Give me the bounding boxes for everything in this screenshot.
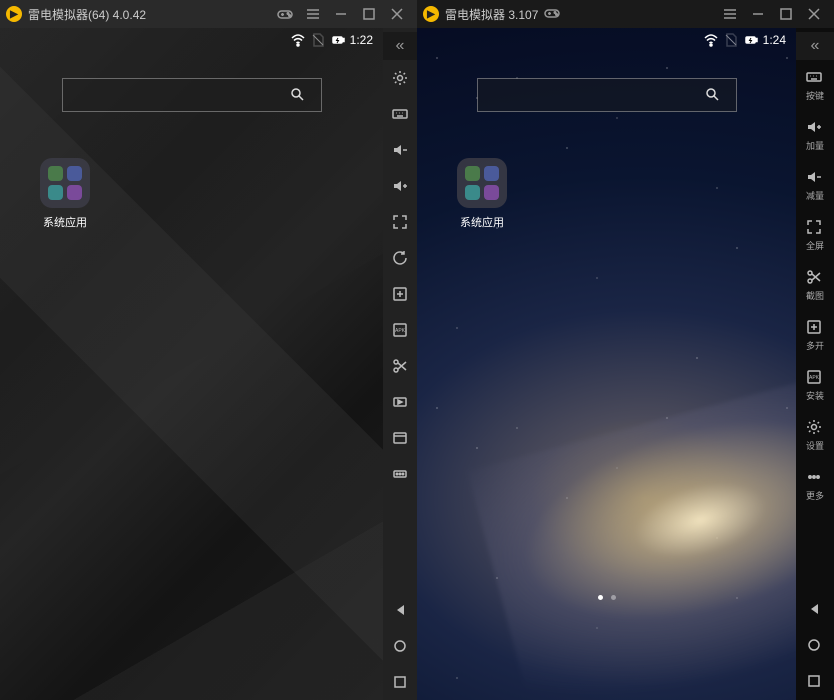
- scissors-icon[interactable]: [383, 348, 417, 384]
- window-title: 雷电模拟器(64) 4.0.42: [28, 6, 146, 23]
- minimize-button[interactable]: [327, 0, 355, 28]
- battery-icon: [743, 32, 759, 48]
- phone-screen-right[interactable]: 1:24 系统应用: [417, 28, 796, 700]
- phone-screen-left[interactable]: 1:22 系统应用: [0, 28, 383, 700]
- maximize-button[interactable]: [772, 0, 800, 28]
- folder-label: 系统应用: [447, 214, 517, 230]
- keymap-button[interactable]: 按键: [796, 60, 834, 110]
- dot-active: [598, 595, 603, 600]
- multi-instance-button[interactable]: 多开: [796, 310, 834, 360]
- maximize-button[interactable]: [355, 0, 383, 28]
- menu-icon[interactable]: [716, 0, 744, 28]
- record-icon[interactable]: [383, 384, 417, 420]
- back-icon[interactable]: [383, 592, 417, 628]
- search-icon: [704, 86, 720, 105]
- volume-up-button[interactable]: 加量: [796, 110, 834, 160]
- home-icon[interactable]: [796, 628, 834, 664]
- folder-icon: [40, 158, 90, 208]
- fullscreen-icon[interactable]: [383, 204, 417, 240]
- window-icon[interactable]: [383, 420, 417, 456]
- volume-up-icon[interactable]: [383, 168, 417, 204]
- home-icon[interactable]: [383, 628, 417, 664]
- more-button[interactable]: 更多: [796, 460, 834, 510]
- wifi-icon: [703, 32, 719, 48]
- collapse-button[interactable]: «: [383, 32, 417, 60]
- wallpaper: [0, 28, 383, 700]
- system-apps-folder[interactable]: 系统应用: [30, 158, 100, 230]
- volume-down-button[interactable]: 减量: [796, 160, 834, 210]
- page-indicator: [598, 595, 616, 600]
- logo-icon: ▶: [423, 6, 439, 22]
- titlebar-left: ▶ 雷电模拟器(64) 4.0.42: [0, 0, 417, 28]
- search-icon: [289, 86, 305, 105]
- volume-down-icon[interactable]: [383, 132, 417, 168]
- toolbar-left: «: [383, 28, 417, 700]
- recent-icon[interactable]: [383, 664, 417, 700]
- collapse-button[interactable]: «: [796, 32, 834, 60]
- recent-icon[interactable]: [796, 664, 834, 700]
- battery-icon: [330, 32, 346, 48]
- install-button[interactable]: 安装: [796, 360, 834, 410]
- no-sim-icon: [310, 32, 326, 48]
- search-input[interactable]: [477, 78, 737, 112]
- close-button[interactable]: [383, 0, 411, 28]
- close-button[interactable]: [800, 0, 828, 28]
- android-statusbar: 1:22: [0, 28, 383, 52]
- settings-icon[interactable]: [383, 60, 417, 96]
- clock: 1:24: [763, 33, 786, 47]
- toolbar-right: « 按键 加量 减量 全屏 截图 多开 安装 设置 更多: [796, 28, 834, 700]
- android-statusbar: 1:24: [417, 28, 796, 52]
- minimize-button[interactable]: [744, 0, 772, 28]
- no-sim-icon: [723, 32, 739, 48]
- back-icon[interactable]: [796, 592, 834, 628]
- fullscreen-button[interactable]: 全屏: [796, 210, 834, 260]
- logo-icon: ▶: [6, 6, 22, 22]
- folder-icon: [457, 158, 507, 208]
- dot: [611, 595, 616, 600]
- rotate-icon[interactable]: [383, 240, 417, 276]
- search-input[interactable]: [62, 78, 322, 112]
- more-icon[interactable]: [383, 456, 417, 492]
- wifi-icon: [290, 32, 306, 48]
- gamepad-icon[interactable]: [271, 0, 299, 28]
- window-title: 雷电模拟器 3.107: [445, 6, 538, 23]
- folder-label: 系统应用: [30, 214, 100, 230]
- system-apps-folder[interactable]: 系统应用: [447, 158, 517, 230]
- clock: 1:22: [350, 33, 373, 47]
- add-box-icon[interactable]: [383, 276, 417, 312]
- screenshot-button[interactable]: 截图: [796, 260, 834, 310]
- gamepad-icon[interactable]: [544, 5, 560, 24]
- keyboard-icon[interactable]: [383, 96, 417, 132]
- menu-icon[interactable]: [299, 0, 327, 28]
- apk-install-icon[interactable]: [383, 312, 417, 348]
- titlebar-right: ▶ 雷电模拟器 3.107: [417, 0, 834, 28]
- settings-button[interactable]: 设置: [796, 410, 834, 460]
